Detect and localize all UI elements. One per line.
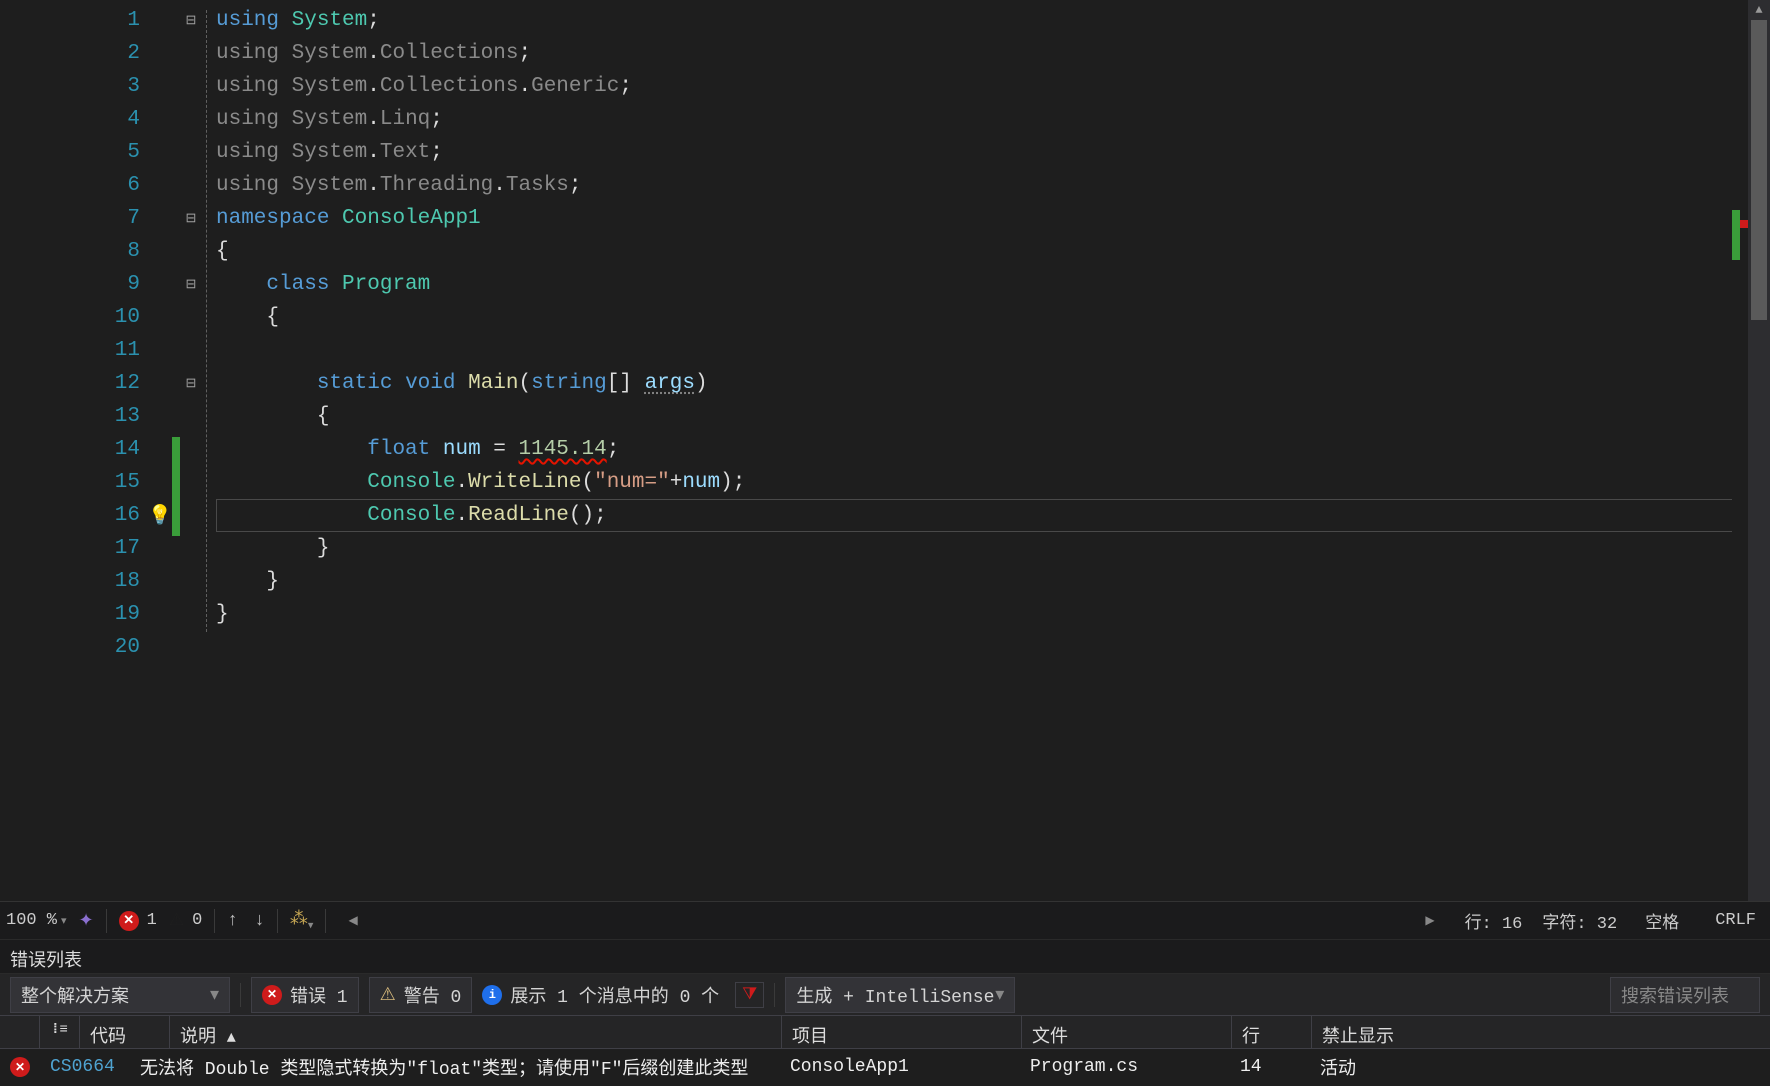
hdr-file[interactable]: 文件 bbox=[1022, 1016, 1232, 1048]
error-icon: ✕ bbox=[10, 1057, 30, 1077]
overview-ruler[interactable] bbox=[1732, 0, 1748, 901]
hdr-options-icon[interactable]: ⁞≡ bbox=[40, 1016, 80, 1048]
code-line[interactable]: { bbox=[216, 301, 1748, 334]
error-list-toolbar: 整个解决方案▾ ✕ 错误 1 ⚠ 警告 0 i 展示 1 个消息中的 0 个 ⧩… bbox=[0, 973, 1770, 1015]
code-line[interactable]: using System.Threading.Tasks; bbox=[216, 169, 1748, 202]
indent-mode[interactable]: 空格 bbox=[1637, 906, 1687, 936]
code-line[interactable]: } bbox=[216, 565, 1748, 598]
fold-toggle[interactable]: ⊟ bbox=[180, 367, 202, 400]
error-code: CS0664 bbox=[40, 1051, 130, 1083]
code-line[interactable]: Console.ReadLine(); bbox=[216, 499, 1748, 532]
code-line[interactable] bbox=[216, 334, 1748, 367]
caret-col[interactable]: 字符: 32 bbox=[1542, 908, 1617, 934]
overview-error-mark bbox=[1740, 220, 1748, 228]
fold-gutter[interactable]: ⊟ ⊟ ⊟ ⊟ bbox=[180, 4, 202, 901]
error-suppress: 活动 bbox=[1310, 1048, 1770, 1086]
warning-icon: ⚠ bbox=[169, 910, 184, 931]
code-line[interactable]: namespace ConsoleApp1 bbox=[216, 202, 1748, 235]
info-icon: i bbox=[482, 985, 502, 1005]
code-line[interactable]: using System.Text; bbox=[216, 136, 1748, 169]
scroll-up-icon[interactable]: ▲ bbox=[1748, 0, 1770, 20]
vertical-scrollbar[interactable]: ▲ bbox=[1748, 0, 1770, 901]
error-line: 14 bbox=[1230, 1051, 1310, 1083]
code-line[interactable]: using System.Collections; bbox=[216, 37, 1748, 70]
editor-pane: 1234567891011121314151617181920 💡 ⊟ ⊟ ⊟ ⊟ u… bbox=[0, 0, 1770, 901]
hdr-code[interactable]: 代码 bbox=[80, 1016, 170, 1048]
code-text-area[interactable]: using System;using System.Collections;us… bbox=[216, 4, 1748, 901]
error-row[interactable]: ✕ CS0664无法将 Double 类型隐式转换为"float"类型；请使用"F… bbox=[0, 1049, 1770, 1085]
code-line[interactable]: float num = 1145.14; bbox=[216, 433, 1748, 466]
errors-filter-button[interactable]: ✕ 错误 1 bbox=[251, 977, 359, 1013]
hdr-line[interactable]: 行 bbox=[1232, 1016, 1312, 1048]
modification-gutter bbox=[172, 4, 180, 901]
editor-status-bar: 100 % ✦ ✕ 1 ⚠ 0 ↑ ↓ ⁂▾ ◀ ▶ 行: 16 字符: 32 … bbox=[0, 901, 1770, 939]
nav-next-icon[interactable]: ↓ bbox=[254, 911, 265, 931]
caret-line[interactable]: 行: 16 bbox=[1465, 908, 1523, 934]
scope-dropdown[interactable]: 整个解决方案▾ bbox=[10, 977, 230, 1013]
hdr-severity[interactable] bbox=[0, 1016, 40, 1048]
overview-change-mark bbox=[1732, 210, 1740, 260]
code-line[interactable]: using System.Collections.Generic; bbox=[216, 70, 1748, 103]
code-line[interactable] bbox=[216, 631, 1748, 664]
hscroll-left-icon[interactable]: ◀ bbox=[338, 913, 367, 928]
outline-column bbox=[202, 4, 216, 901]
lightbulb-gutter: 💡 bbox=[148, 4, 172, 901]
code-line[interactable]: } bbox=[216, 532, 1748, 565]
fold-toggle[interactable]: ⊟ bbox=[180, 4, 202, 37]
fold-toggle[interactable]: ⊟ bbox=[180, 202, 202, 235]
zoom-level[interactable]: 100 % bbox=[6, 911, 67, 930]
error-list-header[interactable]: ⁞≡ 代码 说明 ▴ 项目 文件 行 禁止显示 bbox=[0, 1015, 1770, 1049]
error-list-body: ✕ CS0664无法将 Double 类型隐式转换为"float"类型；请使用"F… bbox=[0, 1049, 1770, 1085]
intellicode-icon[interactable]: ✦ bbox=[79, 910, 94, 932]
error-project: ConsoleApp1 bbox=[780, 1051, 1020, 1083]
code-line[interactable]: using System.Linq; bbox=[216, 103, 1748, 136]
error-desc: 无法将 Double 类型隐式转换为"float"类型；请使用"F"后缀创建此类… bbox=[130, 1048, 780, 1086]
hdr-project[interactable]: 项目 bbox=[782, 1016, 1022, 1048]
code-cleanup-icon[interactable]: ⁂▾ bbox=[290, 908, 314, 933]
code-editor[interactable]: 1234567891011121314151617181920 💡 ⊟ ⊟ ⊟ ⊟ u… bbox=[0, 0, 1748, 901]
hscroll-right-icon[interactable]: ▶ bbox=[1415, 913, 1444, 928]
messages-filter-button[interactable]: i 展示 1 个消息中的 0 个 bbox=[482, 982, 719, 1008]
build-filter-button[interactable]: ⧩ bbox=[735, 982, 764, 1008]
code-line[interactable]: } bbox=[216, 598, 1748, 631]
code-line[interactable]: Console.WriteLine("num="+num); bbox=[216, 466, 1748, 499]
warning-count[interactable]: ⚠ 0 bbox=[169, 910, 202, 931]
hdr-desc[interactable]: 说明 ▴ bbox=[170, 1016, 782, 1048]
hdr-suppress[interactable]: 禁止显示 bbox=[1312, 1016, 1770, 1048]
error-list-title: 错误列表 bbox=[0, 939, 1770, 973]
code-line[interactable]: { bbox=[216, 400, 1748, 433]
warning-icon: ⚠ bbox=[380, 984, 396, 1006]
nav-prev-icon[interactable]: ↑ bbox=[227, 911, 238, 931]
lightbulb-icon[interactable]: 💡 bbox=[148, 503, 172, 527]
code-line[interactable]: static void Main(string[] args) bbox=[216, 367, 1748, 400]
line-number-gutter: 1234567891011121314151617181920 bbox=[0, 4, 148, 901]
scroll-thumb[interactable] bbox=[1751, 20, 1767, 320]
error-search-input[interactable]: 搜索错误列表 bbox=[1610, 977, 1760, 1013]
source-dropdown[interactable]: 生成 + IntelliSense▾ bbox=[785, 977, 1015, 1013]
code-line[interactable]: { bbox=[216, 235, 1748, 268]
fold-toggle[interactable]: ⊟ bbox=[180, 268, 202, 301]
error-icon: ✕ bbox=[262, 985, 282, 1005]
error-count[interactable]: ✕ 1 bbox=[119, 911, 157, 931]
code-line[interactable]: using System; bbox=[216, 4, 1748, 37]
warnings-filter-button[interactable]: ⚠ 警告 0 bbox=[369, 977, 473, 1013]
funnel-icon: ⧩ bbox=[742, 986, 757, 1005]
code-line[interactable]: class Program bbox=[216, 268, 1748, 301]
error-file: Program.cs bbox=[1020, 1051, 1230, 1083]
line-endings[interactable]: CRLF bbox=[1707, 909, 1764, 932]
error-icon: ✕ bbox=[119, 911, 139, 931]
